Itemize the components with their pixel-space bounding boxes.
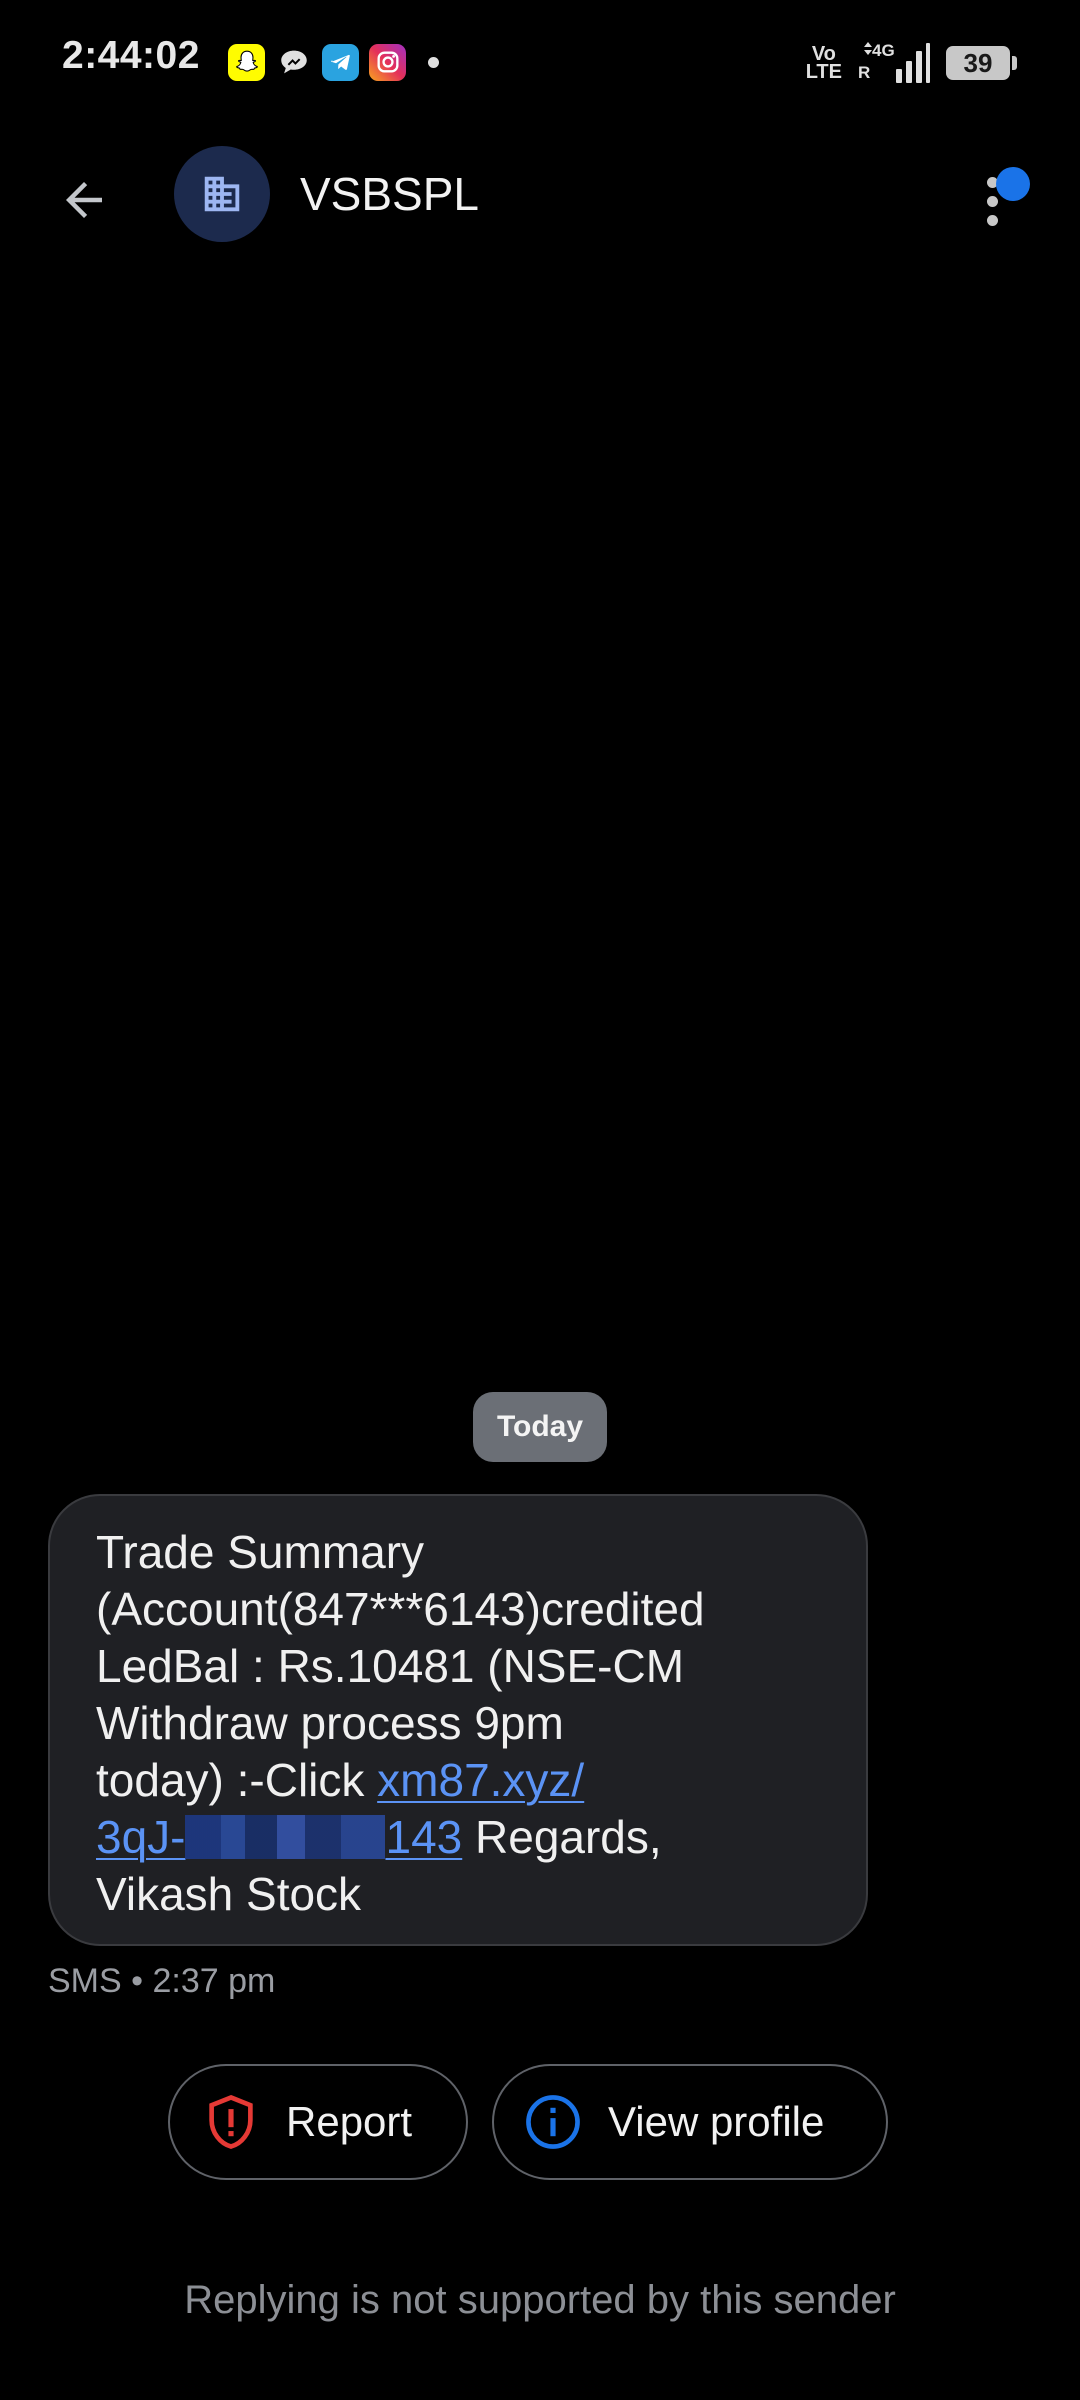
message-bubble[interactable]: Trade Summary (Account(847***6143)credit…	[48, 1494, 868, 1946]
instagram-icon	[369, 43, 406, 81]
message-line: 3qJ- 143 Regards,	[96, 1809, 820, 1866]
status-time: 2:44:02	[62, 34, 200, 77]
volte-indicator: Vo LTE	[805, 44, 842, 83]
redaction-mosaic	[185, 1815, 386, 1859]
message-line: LedBal : Rs.10481 (NSE-CM	[96, 1640, 685, 1692]
status-bar: 2:44:02 Vo LTE 4G R 39	[0, 0, 1080, 125]
unread-badge-dot	[996, 167, 1030, 201]
sender-name[interactable]: VSBSPL	[300, 167, 479, 221]
report-shield-icon	[209, 2094, 253, 2149]
view-profile-button[interactable]: View profile	[492, 2064, 888, 2180]
back-button[interactable]	[40, 165, 128, 235]
link-end: 143	[385, 1811, 463, 1863]
message-link-continued[interactable]: 3qJ- 143	[96, 1811, 462, 1863]
battery-level: 39	[963, 47, 993, 78]
message-line: Trade Summary	[96, 1526, 425, 1578]
battery-icon: 39	[946, 46, 1017, 80]
volte-bottom: LTE	[805, 61, 842, 83]
more-notifications-dot	[428, 56, 439, 68]
report-label: Report	[286, 2098, 413, 2145]
message-link[interactable]: xm87.xyz/	[377, 1754, 584, 1806]
report-button[interactable]: Report	[168, 2064, 468, 2180]
message-line: Vikash Stock	[96, 1868, 362, 1920]
notification-icons	[228, 43, 439, 81]
chat-bubble-icon	[275, 44, 312, 81]
arrow-back-icon	[66, 182, 102, 218]
link-start: 3qJ-	[96, 1811, 186, 1863]
reply-not-supported-note: Replying is not supported by this sender	[184, 2278, 896, 2322]
message-text: Regards,	[462, 1811, 662, 1863]
message-line: (Account(847***6143)credited	[96, 1583, 705, 1635]
sender-avatar[interactable]	[174, 146, 270, 242]
view-profile-label: View profile	[608, 2098, 825, 2145]
message-metadata: SMS • 2:37 pm	[48, 1962, 276, 2000]
telegram-icon	[322, 43, 359, 81]
snapchat-icon	[228, 43, 265, 81]
message-line: today) :-Click xm87.xyz/	[96, 1752, 820, 1809]
business-building-icon	[204, 176, 240, 212]
conversation-header: VSBSPL	[0, 125, 1080, 265]
signal-icon: 4G R	[858, 41, 930, 85]
message-text: today) :-Click	[96, 1754, 378, 1806]
overflow-menu-button[interactable]	[960, 155, 1040, 245]
info-icon	[526, 2095, 580, 2149]
system-icons: Vo LTE 4G R 39	[805, 38, 1017, 88]
date-divider-chip: Today	[473, 1392, 607, 1462]
message-line: Withdraw process 9pm	[96, 1697, 564, 1749]
